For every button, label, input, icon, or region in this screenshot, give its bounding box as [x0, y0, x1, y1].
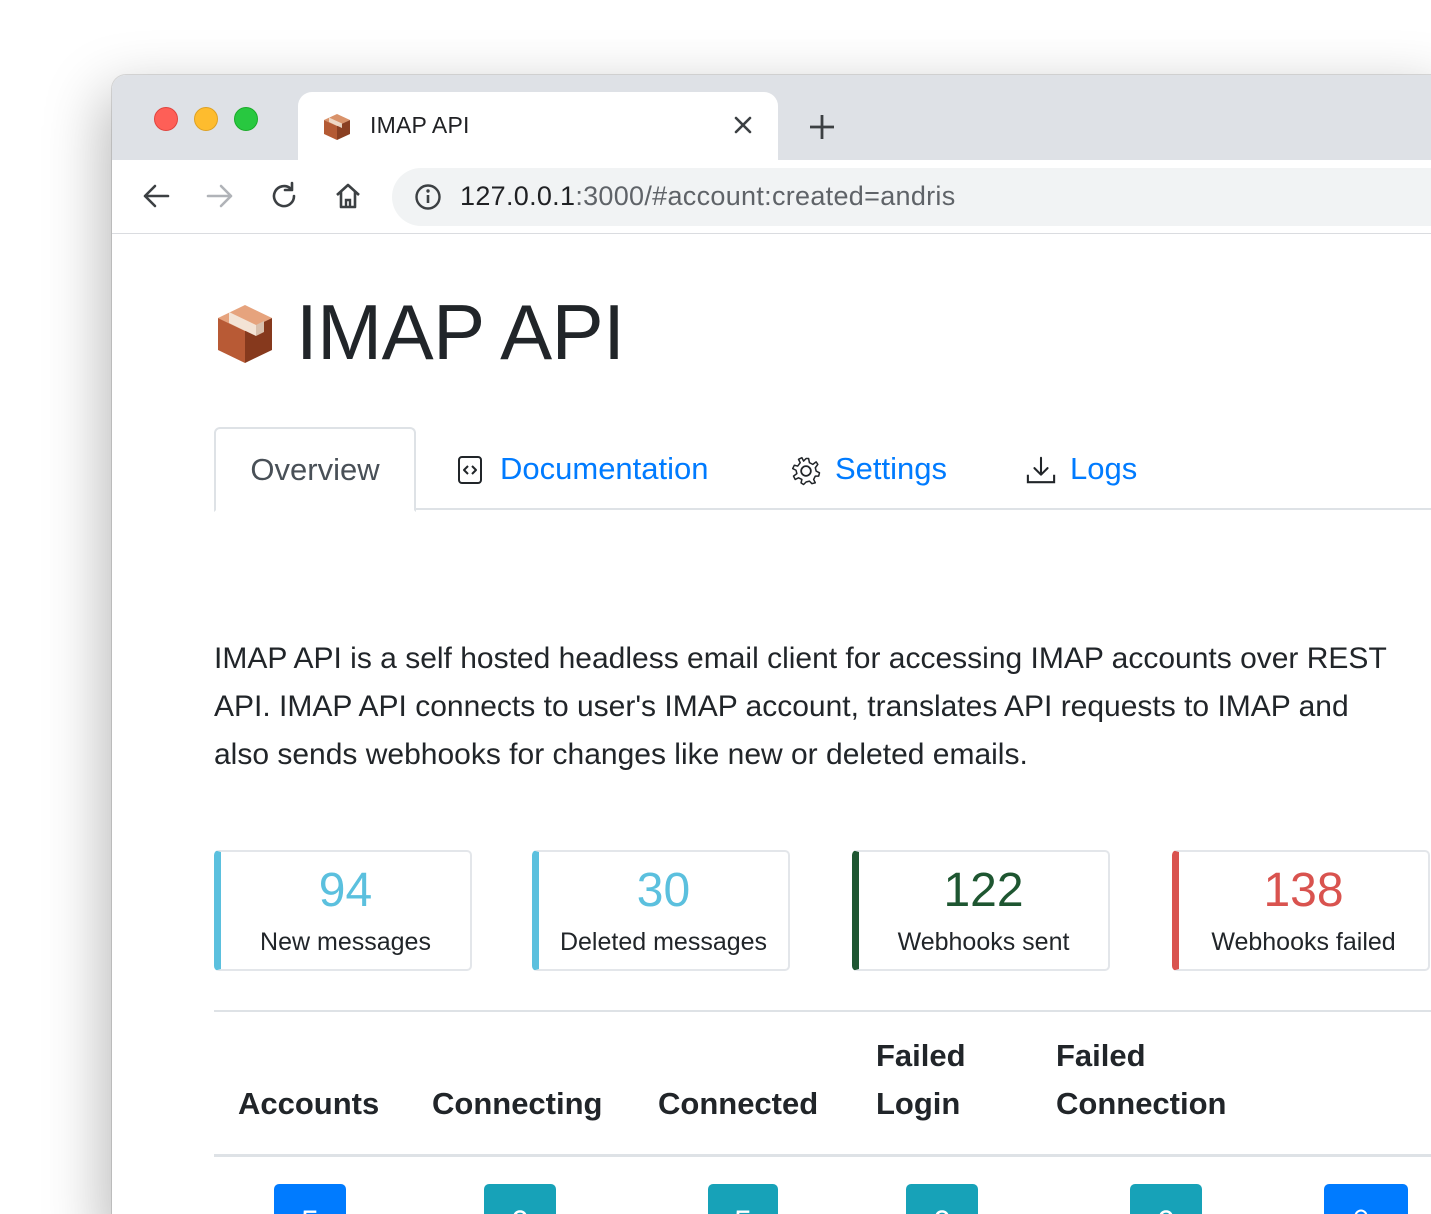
back-button[interactable] [136, 176, 176, 216]
reload-button[interactable] [264, 176, 304, 216]
tab-documentation-label: Documentation [500, 450, 709, 486]
tab-overview-label: Overview [250, 451, 380, 487]
intro-text: IMAP API is a self hosted headless email… [214, 642, 1387, 771]
forward-button[interactable] [200, 176, 240, 216]
package-icon [218, 305, 272, 363]
close-tab-icon[interactable] [728, 110, 758, 140]
browser-tab[interactable]: IMAP API [298, 92, 778, 160]
info-icon[interactable] [414, 183, 442, 211]
add-user-icon [1354, 1209, 1368, 1214]
close-window-button[interactable] [154, 107, 178, 131]
arrow-right-icon [206, 184, 233, 208]
connecting-count-badge[interactable]: 0 [484, 1184, 556, 1214]
minimize-window-button[interactable] [194, 107, 218, 131]
tab-title: IMAP API [370, 112, 470, 138]
url-host: 127.0.0.1 [460, 181, 576, 211]
stat-webhooks-failed: 138 Webhooks failed [1172, 850, 1430, 971]
tab-overview[interactable]: Overview [214, 427, 416, 512]
reload-icon [272, 181, 296, 208]
tab-settings[interactable]: Settings [791, 427, 947, 510]
download-icon [1026, 454, 1056, 484]
stat-new-messages: 94 New messages [214, 850, 472, 971]
address-bar[interactable]: 127.0.0.1:3000/#account:created=andris [392, 168, 1431, 226]
browser-window: IMAP API 127.0.0.1:3000/#account:created… [112, 75, 1431, 1214]
gear-icon [791, 454, 821, 485]
stat-value: 30 [636, 864, 691, 917]
stat-label: New messages [260, 928, 431, 956]
plus-icon [810, 115, 834, 139]
accounts-table-header: Accounts Connecting Connected Failed Log… [214, 1038, 1431, 1157]
tab-logs-label: Logs [1070, 450, 1138, 486]
stat-label: Webhooks sent [897, 928, 1070, 956]
maximize-window-button[interactable] [234, 107, 258, 131]
column-header-accounts: Accounts [238, 1086, 380, 1121]
tab-strip: IMAP API [112, 75, 1431, 160]
stat-value: 122 [943, 864, 1024, 917]
column-header-failed-login: Failed Login [876, 1038, 966, 1121]
add-account-button[interactable] [1324, 1184, 1408, 1214]
stat-value: 138 [1263, 864, 1344, 917]
browser-toolbar: 127.0.0.1:3000/#account:created=andris [112, 160, 1431, 234]
stat-deleted-messages: 30 Deleted messages [532, 850, 790, 971]
column-header-connecting: Connecting [432, 1086, 603, 1121]
arrow-left-icon [143, 184, 170, 208]
section-divider [214, 1010, 1431, 1012]
nav-tabs: Overview Documentation Settings Logs [214, 427, 1431, 512]
new-tab-button[interactable] [802, 107, 842, 147]
stat-label: Webhooks failed [1211, 928, 1396, 956]
home-button[interactable] [328, 176, 368, 216]
failed-connection-count-badge[interactable]: 0 [1130, 1184, 1202, 1214]
page-title: IMAP API [296, 288, 625, 376]
package-icon [324, 114, 350, 140]
url-path: :3000/#account:created=andris [575, 181, 956, 211]
tab-settings-label: Settings [835, 450, 948, 486]
url-text: 127.0.0.1:3000/#account:created=andris [460, 181, 956, 212]
stat-value: 94 [318, 864, 373, 917]
column-header-connected: Connected [658, 1086, 819, 1121]
accounts-count-badge[interactable]: 5 [274, 1184, 346, 1214]
stat-label: Deleted messages [559, 928, 768, 956]
stat-webhooks-sent: 122 Webhooks sent [852, 850, 1110, 971]
failed-login-count-badge[interactable]: 0 [906, 1184, 978, 1214]
tab-logs[interactable]: Logs [1026, 427, 1137, 510]
code-file-icon [456, 454, 486, 484]
tab-documentation[interactable]: Documentation [456, 427, 709, 510]
column-header-failed-connection: Failed Connection [1056, 1038, 1227, 1121]
page-content: IMAP API Overview Documentation Settings [112, 235, 1431, 1214]
connected-count-badge[interactable]: 5 [708, 1184, 778, 1214]
home-icon [336, 183, 360, 209]
